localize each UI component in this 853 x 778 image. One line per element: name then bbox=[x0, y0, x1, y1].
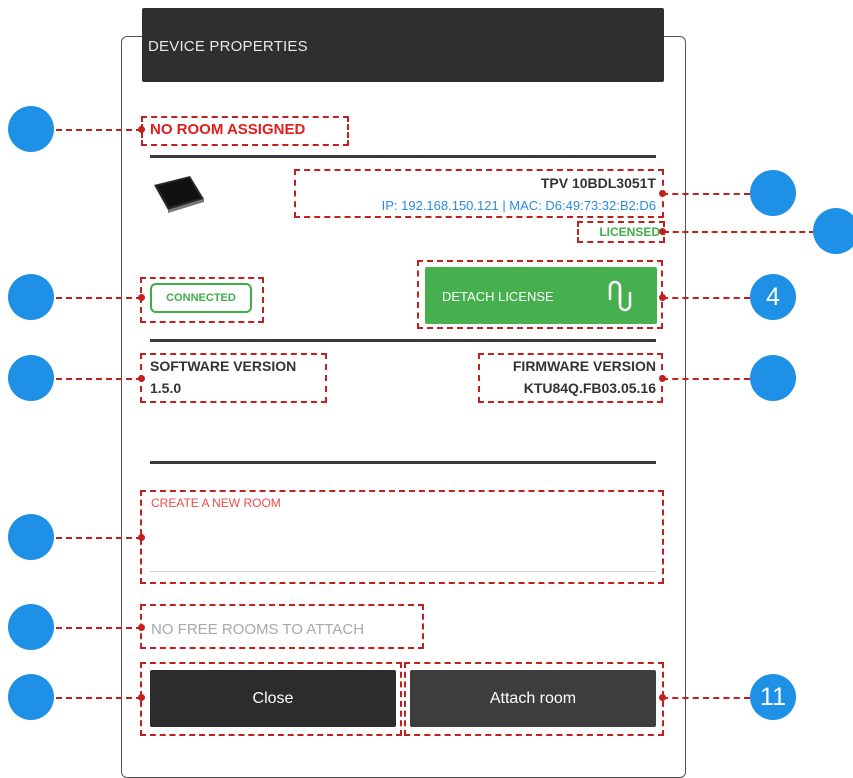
annotation-dot bbox=[138, 126, 145, 133]
callout-marker bbox=[750, 355, 796, 401]
divider bbox=[150, 339, 656, 342]
annotation-dot bbox=[659, 375, 666, 382]
callout-marker bbox=[813, 208, 853, 254]
annotation-leader bbox=[663, 231, 815, 233]
callout-marker bbox=[8, 274, 54, 320]
annotation-dot bbox=[138, 294, 145, 301]
callout-marker bbox=[8, 604, 54, 650]
annotation-leader bbox=[56, 627, 142, 629]
annotation-box bbox=[140, 277, 264, 323]
dialog-title: DEVICE PROPERTIES bbox=[148, 38, 308, 55]
callout-marker bbox=[8, 514, 54, 560]
annotation-box bbox=[577, 221, 665, 243]
annotation-dot bbox=[138, 375, 145, 382]
annotation-leader bbox=[662, 697, 750, 699]
annotation-box bbox=[417, 260, 663, 329]
annotation-dot bbox=[659, 228, 666, 235]
annotation-dot bbox=[138, 694, 145, 701]
annotation-leader bbox=[56, 129, 142, 131]
divider bbox=[150, 461, 656, 464]
annotation-leader bbox=[662, 297, 750, 299]
callout-marker bbox=[8, 106, 54, 152]
annotation-dot bbox=[138, 624, 145, 631]
annotation-dot bbox=[138, 534, 145, 541]
annotation-dot bbox=[659, 294, 666, 301]
annotation-box bbox=[294, 169, 664, 218]
annotation-leader bbox=[662, 378, 750, 380]
annotation-leader bbox=[56, 697, 142, 699]
annotation-leader bbox=[56, 537, 142, 539]
annotation-box bbox=[141, 116, 349, 146]
annotation-box bbox=[140, 604, 424, 649]
annotation-box bbox=[404, 662, 664, 736]
annotation-box bbox=[478, 353, 663, 403]
callout-marker bbox=[8, 674, 54, 720]
callout-marker-4: 4 bbox=[750, 274, 796, 320]
annotation-dot bbox=[659, 190, 666, 197]
annotation-leader bbox=[56, 378, 142, 380]
divider bbox=[150, 155, 656, 158]
annotation-dot bbox=[659, 694, 666, 701]
annotation-leader bbox=[56, 297, 142, 299]
annotation-box bbox=[140, 490, 664, 584]
annotation-leader bbox=[662, 193, 750, 195]
callout-marker bbox=[8, 355, 54, 401]
annotation-box bbox=[140, 353, 327, 403]
callout-marker-11: 11 bbox=[750, 674, 796, 720]
callout-marker bbox=[750, 170, 796, 216]
tablet-device-icon bbox=[152, 175, 206, 218]
annotation-box bbox=[140, 662, 402, 736]
